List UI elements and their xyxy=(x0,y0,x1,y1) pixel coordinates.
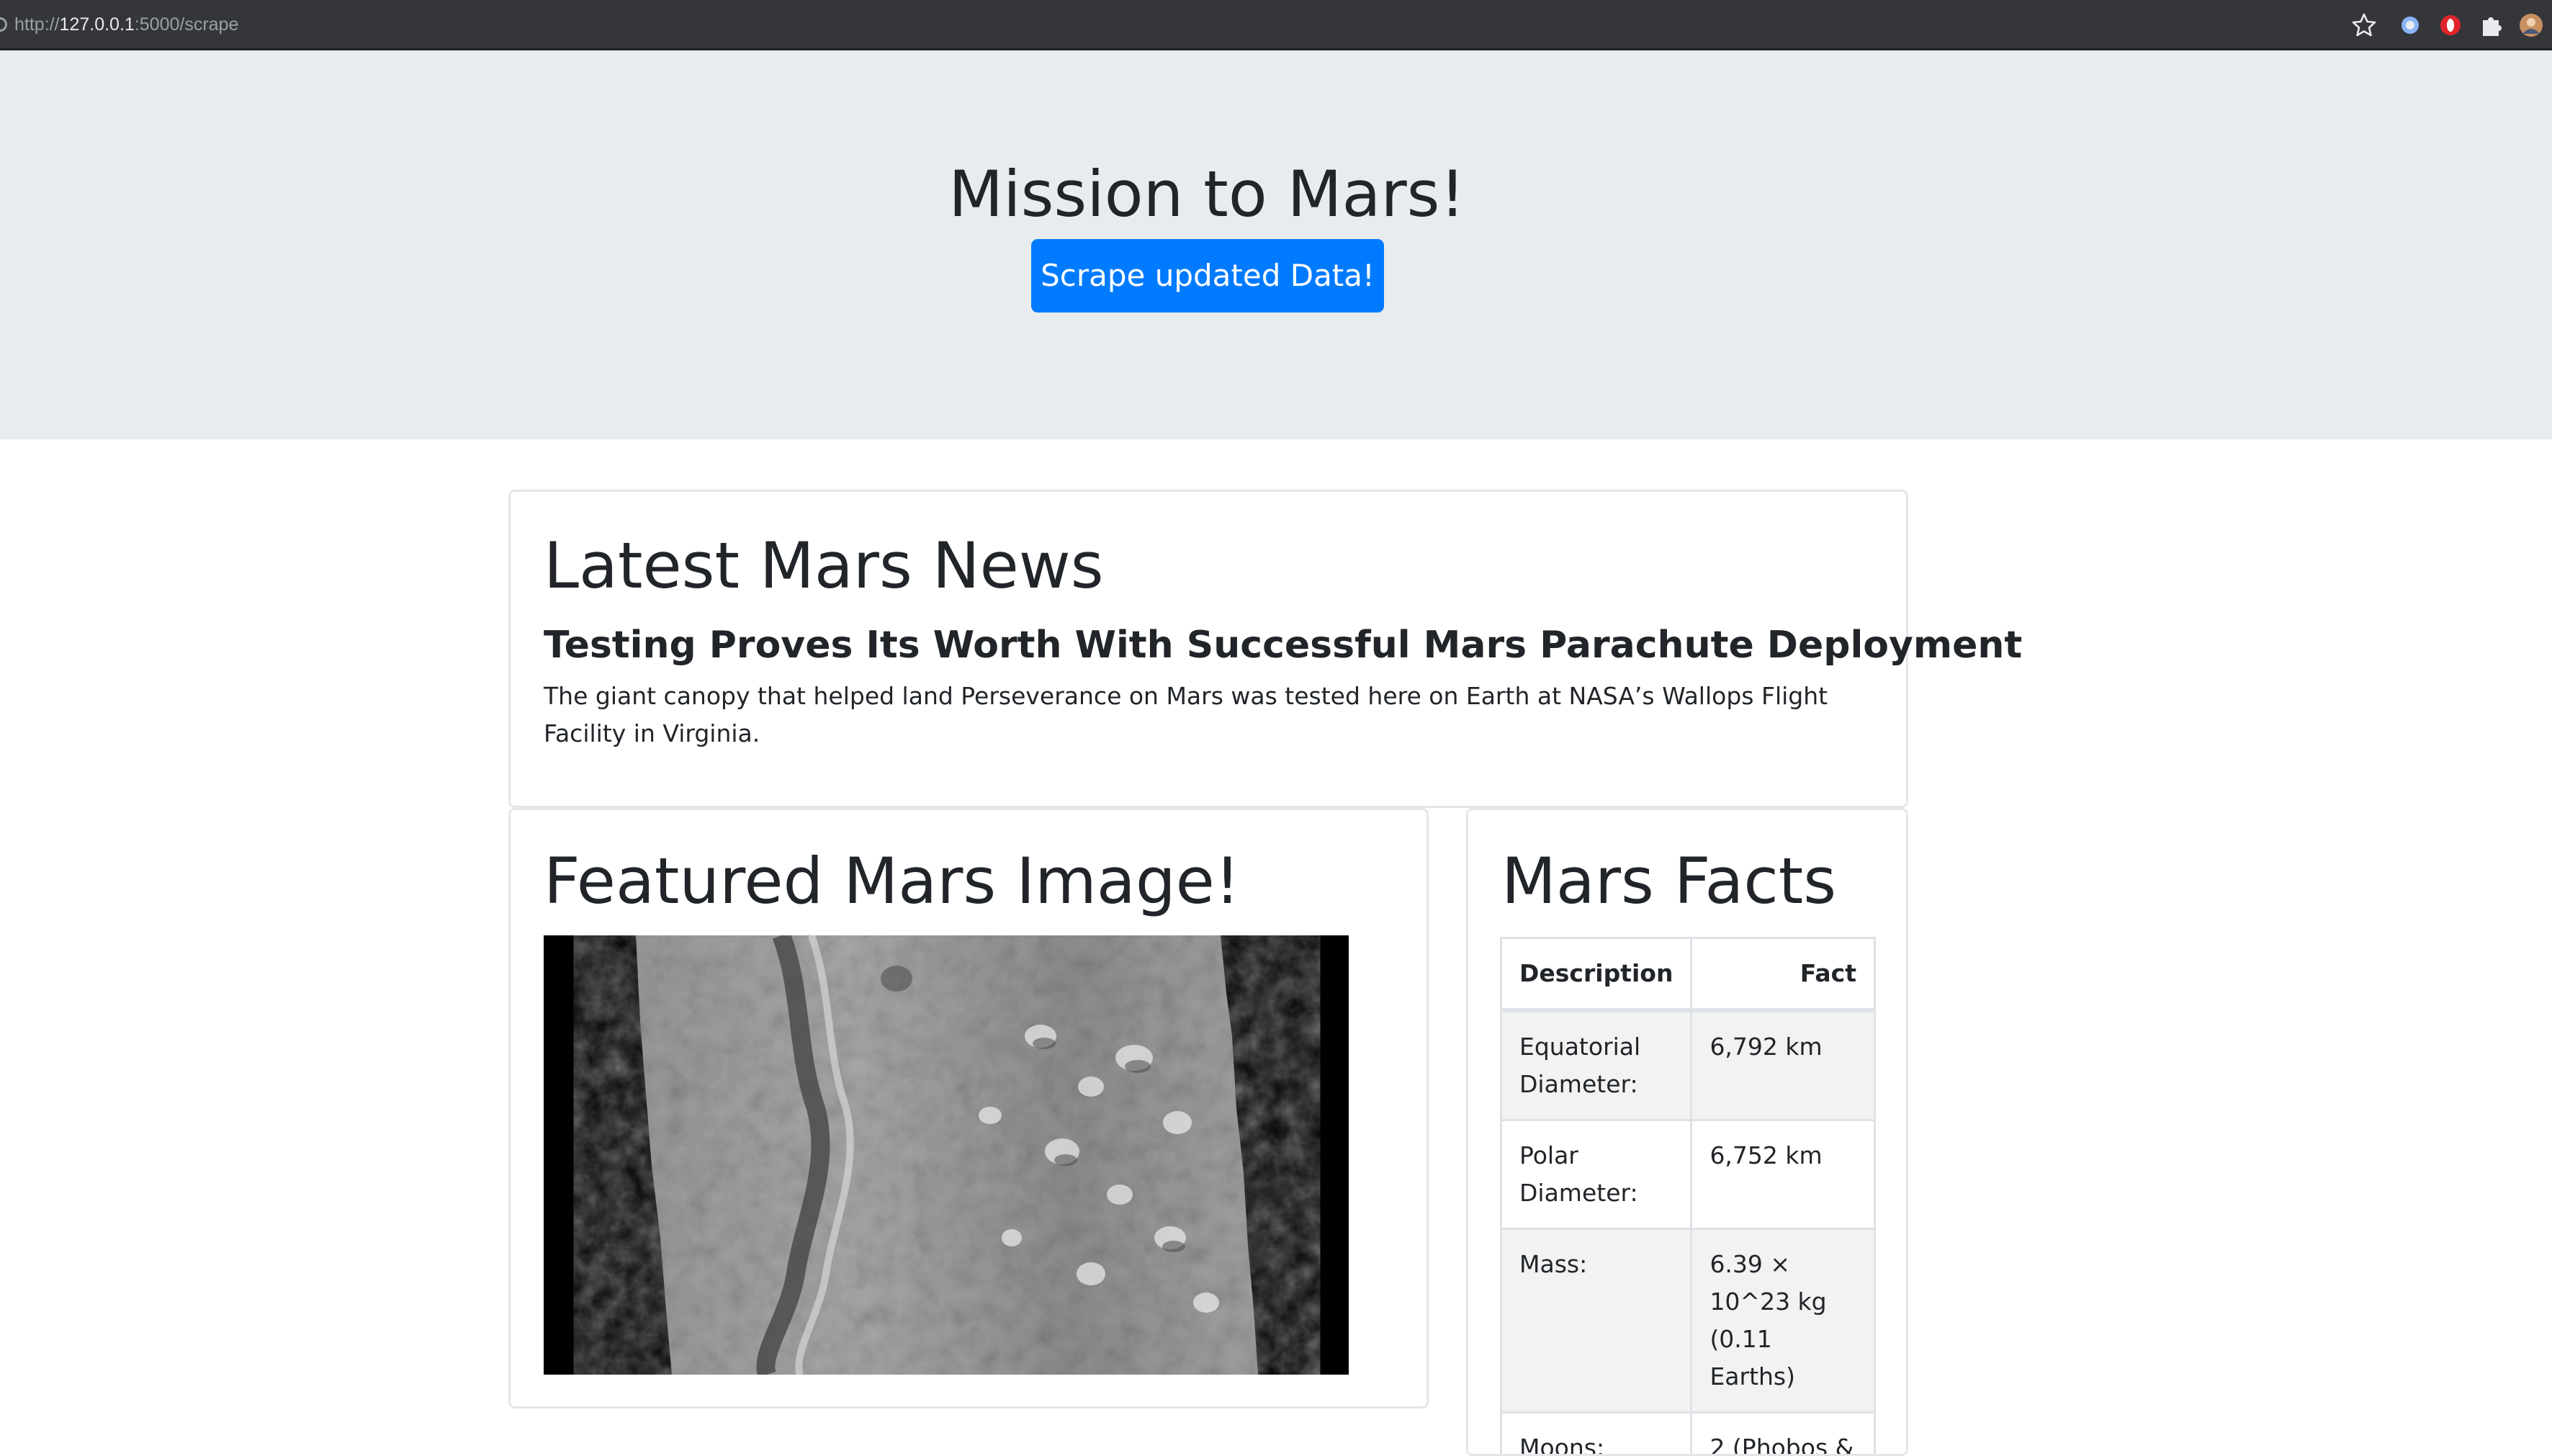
table-row: Polar Diameter: 6,752 km xyxy=(1501,1120,1875,1229)
site-info-icon[interactable] xyxy=(0,17,7,32)
fact-value: 6.39 × 10^23 kg (0.11 Earths) xyxy=(1691,1229,1875,1413)
browser-toolbar: http://127.0.0.1:5000/scrape xyxy=(0,0,2552,50)
page-title: Mission to Mars! xyxy=(0,151,2414,238)
table-row: Equatorial Diameter: 6,792 km xyxy=(1501,1010,1875,1120)
url-path: :5000/scrape xyxy=(135,14,239,35)
facts-table: Description Fact Equatorial Diameter: 6,… xyxy=(1500,937,1876,1456)
fact-value: 2 (Phobos & xyxy=(1691,1413,1875,1456)
fact-description: Equatorial Diameter: xyxy=(1501,1010,1691,1120)
featured-mars-image xyxy=(544,935,1349,1375)
table-row: Moons: 2 (Phobos & xyxy=(1501,1413,1875,1456)
address-bar[interactable]: http://127.0.0.1:5000/scrape xyxy=(14,14,238,35)
scrape-button[interactable]: Scrape updated Data! xyxy=(1031,239,1384,313)
profile-avatar-icon[interactable] xyxy=(2516,10,2546,40)
column-header-fact: Fact xyxy=(1691,938,1875,1011)
featured-image-card: Featured Mars Image! xyxy=(508,808,1429,1408)
fact-description: Moons: xyxy=(1501,1413,1691,1456)
url-host: 127.0.0.1 xyxy=(60,14,135,35)
news-card: Latest Mars News Testing Proves Its Wort… xyxy=(508,490,1908,808)
facts-header-row: Description Fact xyxy=(1501,938,1875,1011)
news-paragraph: The giant canopy that helped land Persev… xyxy=(544,678,1861,752)
facts-heading: Mars Facts xyxy=(1501,842,1836,921)
fact-value: 6,792 km xyxy=(1691,1010,1875,1120)
fact-description: Mass: xyxy=(1501,1229,1691,1413)
fact-value: 6,752 km xyxy=(1691,1120,1875,1229)
bookmark-star-icon[interactable] xyxy=(2349,10,2379,40)
featured-image-heading: Featured Mars Image! xyxy=(544,842,1240,921)
facts-card: Mars Facts Description Fact Equatorial D… xyxy=(1466,808,1908,1456)
opera-icon[interactable] xyxy=(2435,10,2466,40)
puzzle-icon[interactable] xyxy=(2476,10,2506,40)
column-header-description: Description xyxy=(1501,938,1691,1011)
url-scheme: http:// xyxy=(14,14,60,35)
jumbotron: Mission to Mars! Scrape updated Data! xyxy=(0,50,2552,439)
extension-icon[interactable] xyxy=(2395,10,2425,40)
news-title: Testing Proves Its Worth With Successful… xyxy=(544,620,2022,670)
news-heading: Latest Mars News xyxy=(544,526,1104,606)
table-row: Mass: 6.39 × 10^23 kg (0.11 Earths) xyxy=(1501,1229,1875,1413)
fact-description: Polar Diameter: xyxy=(1501,1120,1691,1229)
